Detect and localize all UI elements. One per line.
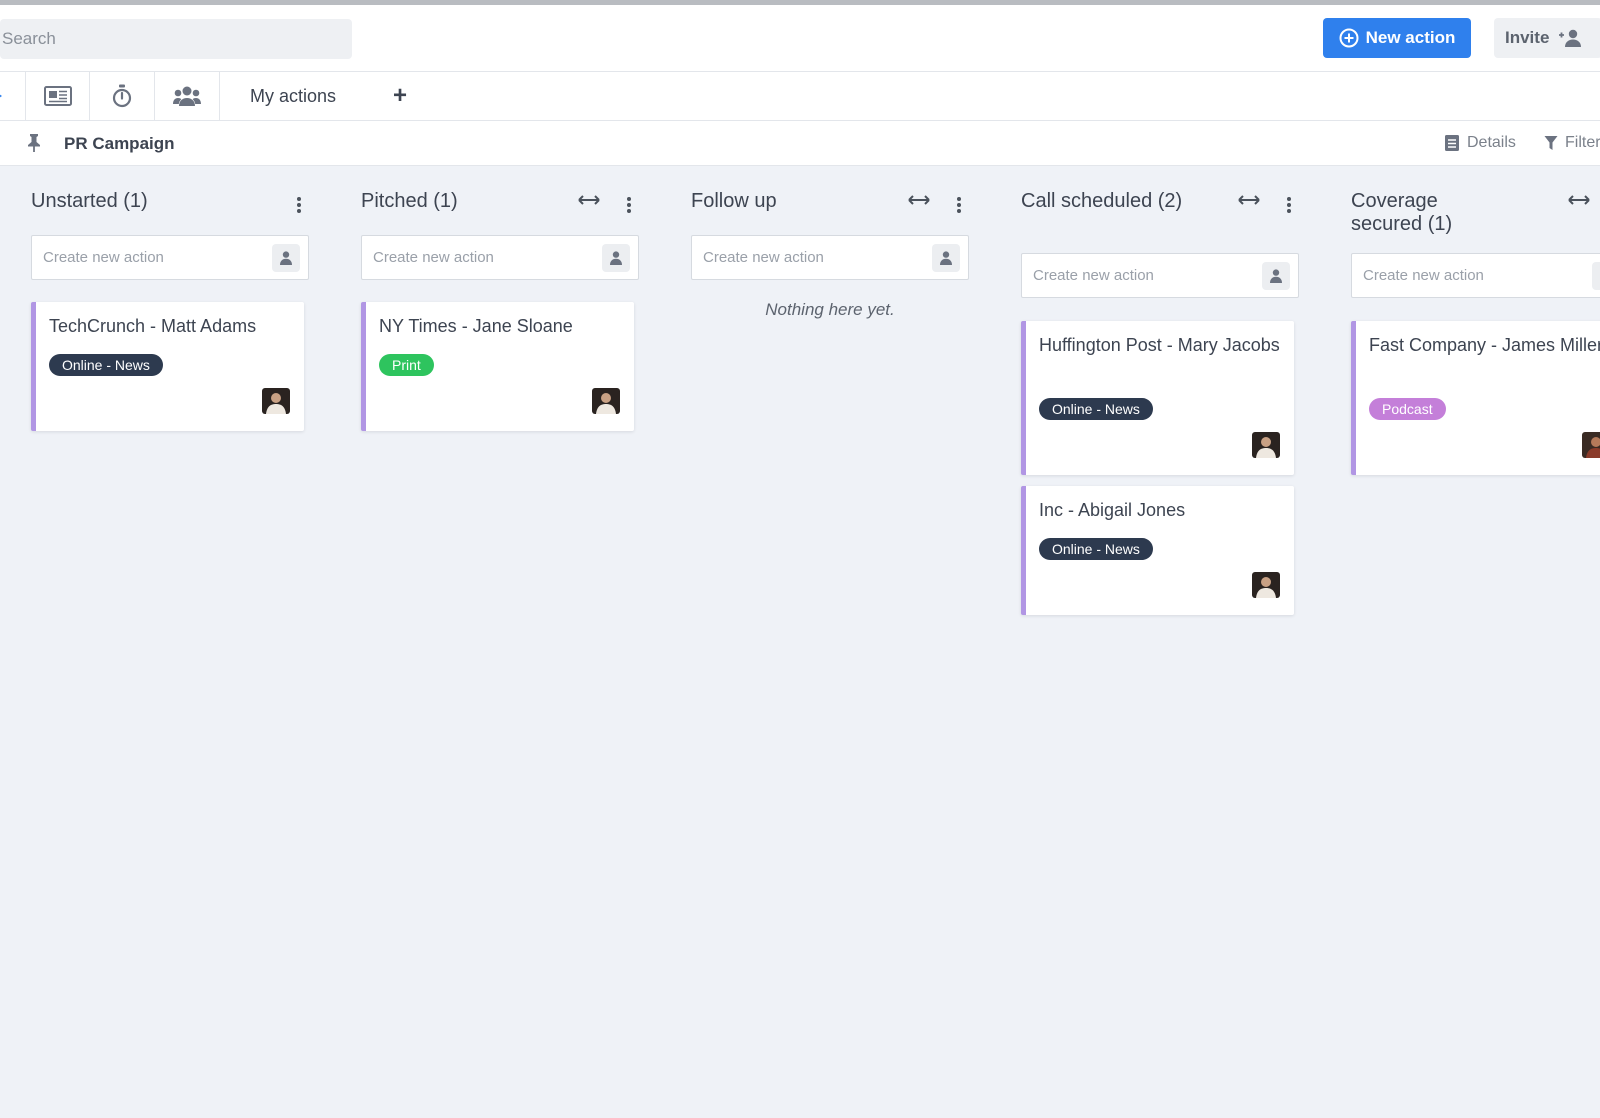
- card-title: TechCrunch - Matt Adams: [49, 316, 257, 336]
- card-title: NY Times - Jane Sloane: [379, 316, 573, 336]
- more-vertical-icon[interactable]: [956, 196, 962, 214]
- plus-icon: +: [392, 82, 407, 109]
- new-action-label: New action: [1365, 28, 1456, 47]
- create-action-input[interactable]: [1022, 254, 1252, 297]
- assignee-avatar: [1582, 432, 1600, 458]
- invite-label: Invite: [1505, 28, 1550, 47]
- more-vertical-icon[interactable]: [296, 196, 302, 214]
- create-action-input[interactable]: [1352, 254, 1582, 297]
- action-card[interactable]: Inc - Abigail Jones Online - News: [1021, 486, 1294, 615]
- assign-user-button[interactable]: [1262, 262, 1290, 290]
- create-action-input[interactable]: [692, 236, 922, 279]
- action-card[interactable]: Huffington Post - Mary Jacobs Online - N…: [1021, 321, 1294, 475]
- create-action-field[interactable]: [1351, 253, 1600, 298]
- add-user-icon: [1559, 29, 1582, 47]
- assignee-avatar: [262, 388, 290, 414]
- action-card[interactable]: NY Times - Jane Sloane Print: [361, 302, 634, 431]
- create-action-field[interactable]: [31, 235, 309, 280]
- column-title: Coverage secured (1): [1351, 190, 1453, 235]
- assign-user-button[interactable]: [602, 244, 630, 272]
- create-action-field[interactable]: [361, 235, 639, 280]
- assign-user-button[interactable]: [932, 244, 960, 272]
- assignee-avatar: [1252, 572, 1280, 598]
- category-tag: Online - News: [1039, 398, 1153, 420]
- expand-horizontal-icon[interactable]: [908, 194, 930, 206]
- create-action-field[interactable]: [691, 235, 969, 280]
- user-icon: [610, 251, 622, 265]
- card-title: Inc - Abigail Jones: [1039, 500, 1186, 520]
- details-button[interactable]: Details: [1444, 134, 1516, 152]
- team-tab[interactable]: [155, 72, 220, 120]
- my-actions-label: My actions: [249, 85, 337, 106]
- card-title: Fast Company - James Miller: [1369, 335, 1600, 355]
- category-tag: Online - News: [49, 354, 163, 376]
- filter-button[interactable]: Filter: [1544, 134, 1600, 152]
- action-card[interactable]: TechCrunch - Matt Adams Online - News: [31, 302, 304, 431]
- column-title: Follow up: [691, 190, 777, 212]
- search-input[interactable]: [0, 19, 352, 59]
- newspaper-icon: [43, 86, 72, 106]
- create-action-input[interactable]: [362, 236, 592, 279]
- action-card[interactable]: Fast Company - James Miller Podcast: [1351, 321, 1600, 475]
- details-icon: [1445, 135, 1459, 151]
- top-bar: New action Invite: [0, 0, 1600, 72]
- column-title: Pitched (1): [361, 190, 458, 212]
- stopwatch-tab[interactable]: [90, 72, 155, 120]
- add-view-button[interactable]: +: [378, 72, 422, 120]
- new-action-button[interactable]: New action: [1323, 18, 1471, 58]
- view-toolbar: My actions +: [0, 72, 1600, 121]
- create-action-input[interactable]: [32, 236, 262, 279]
- category-tag: Podcast: [1369, 398, 1446, 420]
- filter-label: Filter: [1565, 134, 1600, 151]
- newspaper-tab[interactable]: [26, 72, 90, 120]
- assign-user-button[interactable]: [272, 244, 300, 272]
- expand-horizontal-icon[interactable]: [1238, 194, 1260, 206]
- invite-button[interactable]: Invite: [1494, 18, 1600, 58]
- category-tag: Online - News: [1039, 538, 1153, 560]
- user-icon: [1270, 269, 1282, 283]
- card-title: Huffington Post - Mary Jacobs: [1039, 335, 1280, 355]
- assign-user-button[interactable]: [1592, 262, 1600, 290]
- empty-state-text: Nothing here yet.: [765, 300, 895, 319]
- pin-icon[interactable]: [26, 133, 42, 153]
- list-view-tab[interactable]: [0, 72, 26, 120]
- column-title: Unstarted (1): [31, 190, 148, 212]
- more-vertical-icon[interactable]: [626, 196, 632, 214]
- assignee-avatar: [1252, 432, 1280, 458]
- column-title: Call scheduled (2): [1021, 190, 1183, 212]
- filter-icon: [1544, 136, 1558, 150]
- team-icon: [173, 86, 201, 106]
- expand-horizontal-icon[interactable]: [578, 194, 600, 206]
- more-vertical-icon[interactable]: [1286, 196, 1292, 214]
- details-label: Details: [1467, 134, 1516, 151]
- user-icon: [940, 251, 952, 265]
- user-icon: [280, 251, 292, 265]
- expand-horizontal-icon[interactable]: [1568, 194, 1590, 206]
- create-action-field[interactable]: [1021, 253, 1299, 298]
- plus-circle-icon: [1339, 28, 1359, 48]
- list-view-icon: [0, 95, 2, 97]
- category-tag: Print: [379, 354, 434, 376]
- project-title: PR Campaign: [64, 134, 175, 153]
- project-bar: PR Campaign Details Filter: [0, 121, 1600, 166]
- stopwatch-icon: [112, 84, 132, 108]
- assignee-avatar: [592, 388, 620, 414]
- my-actions-tab[interactable]: My actions: [220, 72, 366, 120]
